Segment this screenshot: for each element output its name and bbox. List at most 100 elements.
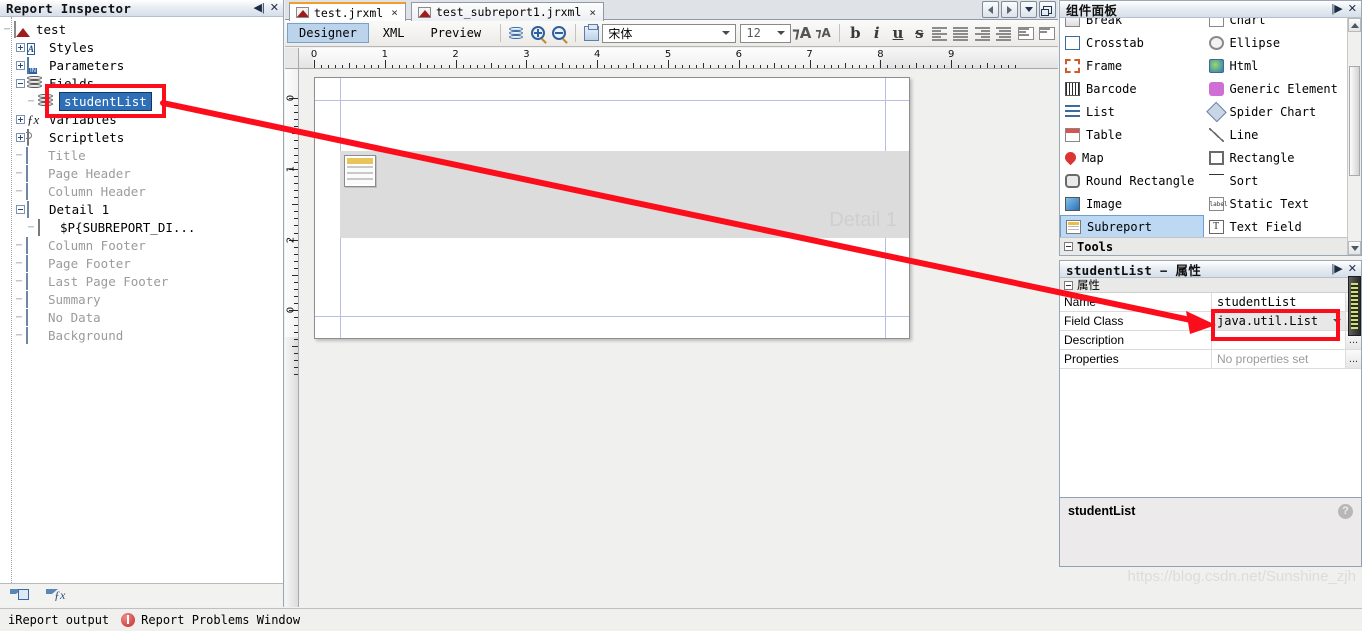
scroll-up-icon[interactable] xyxy=(1348,18,1361,32)
collapse-section-icon[interactable] xyxy=(1064,280,1073,290)
tab-list-dropdown-icon[interactable] xyxy=(1020,1,1037,18)
scrollbar-thumb[interactable] xyxy=(1348,276,1361,336)
report-page[interactable]: Detail 1 xyxy=(314,77,910,339)
tree-item-parameters[interactable]: Parameters xyxy=(0,56,283,74)
palette-item-list[interactable]: List xyxy=(1060,100,1204,123)
tree-item-last-page-footer[interactable]: ⋯ Last Page Footer xyxy=(0,272,283,290)
strikethrough-button[interactable]: s xyxy=(909,22,930,44)
bold-button[interactable]: b xyxy=(845,22,866,44)
palette-items[interactable]: Break Chart Crosstab Ellipse Frame Html Barcod… xyxy=(1060,18,1347,255)
tree-item-summary[interactable]: ⋯ Summary xyxy=(0,290,283,308)
scroll-down-icon[interactable] xyxy=(1348,241,1361,255)
palette-item-sort[interactable]: Sort xyxy=(1204,169,1348,192)
filter-parameters-icon[interactable] xyxy=(10,588,32,603)
decrease-font-icon[interactable]: ⁊A xyxy=(812,22,833,44)
tab-xml[interactable]: XML xyxy=(371,23,417,43)
font-family-combo[interactable]: 宋体 xyxy=(602,23,737,43)
palette-item-table[interactable]: Table xyxy=(1060,123,1204,146)
palette-scrollbar[interactable] xyxy=(1347,18,1361,255)
align-right-icon[interactable] xyxy=(973,22,994,44)
help-icon[interactable]: ? xyxy=(1338,504,1353,519)
font-size-combo[interactable]: 12 xyxy=(740,23,792,43)
close-tab-icon[interactable]: × xyxy=(589,6,596,19)
zoom-out-icon[interactable] xyxy=(549,22,570,44)
collapse-icon[interactable]: |▶ xyxy=(1331,263,1342,275)
palette-tools-group[interactable]: Tools xyxy=(1060,237,1347,255)
tree-item-scriptlets[interactable]: Scriptlets xyxy=(0,128,283,146)
scrollbar-thumb[interactable] xyxy=(1349,66,1360,176)
scroll-left-icon[interactable] xyxy=(982,1,999,18)
property-row[interactable]: NamestudentList... xyxy=(1060,293,1361,312)
collapse-icon[interactable]: |▶ xyxy=(1331,3,1342,15)
format-painter-icon[interactable] xyxy=(581,22,602,44)
palette-item-crosstab[interactable]: Crosstab xyxy=(1060,31,1204,54)
tree-item-no-data[interactable]: ⋯ No Data xyxy=(0,308,283,326)
scroll-right-icon[interactable] xyxy=(1001,1,1018,18)
palette-item-subreport[interactable]: Subreport xyxy=(1060,215,1204,238)
tree-item-column-footer[interactable]: ⋯ Column Footer xyxy=(0,236,283,254)
tree-expander-minus-icon[interactable] xyxy=(16,204,25,214)
align-left-icon[interactable] xyxy=(930,22,951,44)
palette-item-static-text[interactable]: label Static Text xyxy=(1204,192,1348,215)
chevron-down-icon[interactable] xyxy=(722,31,731,35)
tree-item-fields[interactable]: Fields xyxy=(0,74,283,92)
increase-font-icon[interactable]: ⁊A xyxy=(791,22,812,44)
design-canvas[interactable]: 0 1 2 3 4 5 6 7 8 9 0 1 2 0 Detail 1 xyxy=(285,48,1058,607)
valign-top-icon[interactable] xyxy=(1015,22,1036,44)
palette-item-barcode[interactable]: Barcode xyxy=(1060,77,1204,100)
italic-button[interactable]: i xyxy=(866,22,887,44)
palette-item-round-rectangle[interactable]: Round Rectangle xyxy=(1060,169,1204,192)
tree-expander-plus-icon[interactable] xyxy=(16,60,25,70)
close-icon[interactable]: ✕ xyxy=(1348,263,1357,275)
document-tab-1[interactable]: test_subreport1.jrxml × xyxy=(411,2,605,21)
zoom-in-icon[interactable] xyxy=(527,22,548,44)
chevron-down-icon[interactable] xyxy=(1333,319,1341,323)
dataset-icon[interactable] xyxy=(506,22,527,44)
tab-preview[interactable]: Preview xyxy=(418,23,493,43)
palette-item-generic-element[interactable]: Generic Element xyxy=(1204,77,1348,100)
tree-item-background[interactable]: ⋯ Background xyxy=(0,326,283,344)
palette-item-spider-chart[interactable]: Spider Chart xyxy=(1204,100,1348,123)
underline-button[interactable]: u xyxy=(887,22,908,44)
properties-section-header[interactable]: 属性 xyxy=(1060,278,1361,293)
report-tree[interactable]: ⋯ testA Styles Parameters Fields ⋯ studentList… xyxy=(0,17,283,583)
palette-item-rectangle[interactable]: Rectangle xyxy=(1204,146,1348,169)
chevron-down-icon-2[interactable] xyxy=(777,31,786,35)
tab-designer[interactable]: Designer xyxy=(287,23,369,43)
tree-expander-minus-icon[interactable] xyxy=(16,78,25,88)
property-value[interactable]: studentList xyxy=(1212,293,1345,311)
tree-item-p-subreport-di[interactable]: ⋯ $P{SUBREPORT_DI... xyxy=(0,218,283,236)
collapse-group-icon[interactable] xyxy=(1064,242,1073,251)
report-problems-tab[interactable]: Report Problems Window xyxy=(121,613,300,627)
properties-rows[interactable]: NamestudentList...Field Classjava.util.L… xyxy=(1060,293,1361,369)
tree-expander-plus-icon[interactable] xyxy=(16,132,25,142)
align-center-icon[interactable] xyxy=(951,22,972,44)
tree-item-page-footer[interactable]: ⋯ Page Footer xyxy=(0,254,283,272)
maximize-window-icon[interactable] xyxy=(1039,1,1056,18)
palette-item-break[interactable]: Break xyxy=(1060,18,1204,31)
tree-expander-plus-icon[interactable] xyxy=(16,114,25,124)
property-row[interactable]: Field Classjava.util.List... xyxy=(1060,312,1361,331)
align-justify-icon[interactable] xyxy=(994,22,1015,44)
detail-band[interactable]: Detail 1 xyxy=(340,151,909,238)
tree-item-styles[interactable]: A Styles xyxy=(0,38,283,56)
tree-item-column-header[interactable]: ⋯ Column Header xyxy=(0,182,283,200)
tree-item-variables[interactable]: ƒx Variables xyxy=(0,110,283,128)
filter-variables-icon[interactable]: ƒx xyxy=(46,588,68,603)
palette-item-text-field[interactable]: T Text Field xyxy=(1204,215,1348,238)
tree-item-test[interactable]: ⋯ test xyxy=(0,20,283,38)
subreport-element-icon[interactable] xyxy=(344,155,376,187)
ireport-output-tab[interactable]: iReport output xyxy=(8,613,109,627)
property-row[interactable]: Properties No properties set... xyxy=(1060,350,1361,369)
property-row[interactable]: Description... xyxy=(1060,331,1361,350)
properties-scrollbar[interactable] xyxy=(1348,276,1361,514)
tree-item-page-header[interactable]: ⋯ Page Header xyxy=(0,164,283,182)
tree-item-studentlist[interactable]: ⋯ studentList xyxy=(0,91,283,111)
palette-item-chart[interactable]: Chart xyxy=(1204,18,1348,31)
close-icon[interactable]: ✕ xyxy=(270,2,279,14)
close-icon[interactable]: ✕ xyxy=(1348,3,1357,15)
tree-item-detail-1[interactable]: Detail 1 xyxy=(0,200,283,218)
property-value[interactable]: No properties set xyxy=(1212,350,1345,368)
document-tab-0[interactable]: test.jrxml × xyxy=(289,2,406,21)
palette-item-html[interactable]: Html xyxy=(1204,54,1348,77)
